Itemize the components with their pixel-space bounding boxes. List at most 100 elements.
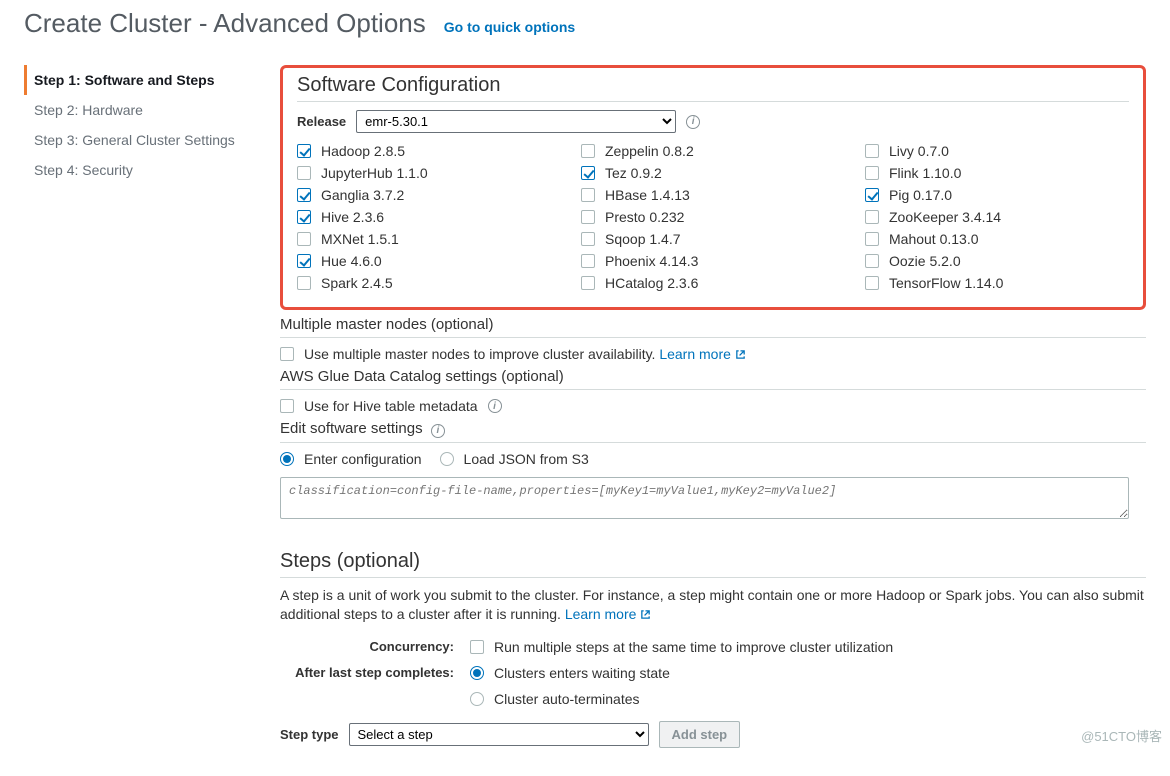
software-checkbox[interactable] xyxy=(865,144,879,158)
software-label: Oozie 5.2.0 xyxy=(889,253,961,269)
enter-configuration-radio[interactable] xyxy=(280,452,294,466)
software-option: Sqoop 1.4.7 xyxy=(581,231,845,247)
multi-master-learn-more-link[interactable]: Learn more xyxy=(659,346,745,362)
software-label: HBase 1.4.13 xyxy=(605,187,690,203)
enter-configuration-label: Enter configuration xyxy=(304,451,422,467)
software-label: MXNet 1.5.1 xyxy=(321,231,399,247)
watermark: @51CTO博客 xyxy=(1081,726,1162,745)
software-checkbox[interactable] xyxy=(581,232,595,246)
software-option: HCatalog 2.3.6 xyxy=(581,275,845,291)
step-type-select[interactable]: Select a step xyxy=(349,723,649,746)
info-icon[interactable]: i xyxy=(488,399,502,413)
sidebar-step-2[interactable]: Step 2: Hardware xyxy=(24,95,280,125)
software-option: Zeppelin 0.8.2 xyxy=(581,143,845,159)
software-configuration-box: Software Configuration Release emr-5.30.… xyxy=(280,65,1146,310)
software-label: JupyterHub 1.1.0 xyxy=(321,165,428,181)
software-config-heading: Software Configuration xyxy=(297,74,1129,97)
multi-master-checkbox[interactable] xyxy=(280,347,294,361)
software-label: Presto 0.232 xyxy=(605,209,684,225)
software-option: Spark 2.4.5 xyxy=(297,275,561,291)
software-option: Hue 4.6.0 xyxy=(297,253,561,269)
software-label: Phoenix 4.14.3 xyxy=(605,253,698,269)
software-checkbox[interactable] xyxy=(581,210,595,224)
software-label: Zeppelin 0.8.2 xyxy=(605,143,694,159)
load-json-label: Load JSON from S3 xyxy=(464,451,589,467)
after-terminate-label: Cluster auto-terminates xyxy=(494,691,640,707)
concurrency-text: Run multiple steps at the same time to i… xyxy=(494,639,893,655)
software-option: Pig 0.17.0 xyxy=(865,187,1129,203)
software-label: Pig 0.17.0 xyxy=(889,187,952,203)
sidebar-step-3[interactable]: Step 3: General Cluster Settings xyxy=(24,125,280,155)
software-checkbox[interactable] xyxy=(865,166,879,180)
software-label: TensorFlow 1.14.0 xyxy=(889,275,1003,291)
software-checkbox[interactable] xyxy=(297,144,311,158)
configuration-textarea[interactable] xyxy=(280,477,1129,519)
software-label: Ganglia 3.7.2 xyxy=(321,187,404,203)
multi-master-heading: Multiple master nodes (optional) xyxy=(280,316,1146,333)
software-option: Mahout 0.13.0 xyxy=(865,231,1129,247)
software-label: Hadoop 2.8.5 xyxy=(321,143,405,159)
software-label: Mahout 0.13.0 xyxy=(889,231,979,247)
page-title: Create Cluster - Advanced Options xyxy=(24,8,426,39)
software-label: Hive 2.3.6 xyxy=(321,209,384,225)
sidebar-step-4[interactable]: Step 4: Security xyxy=(24,155,280,185)
software-option: Hive 2.3.6 xyxy=(297,209,561,225)
software-checkbox[interactable] xyxy=(297,210,311,224)
software-checkbox[interactable] xyxy=(865,210,879,224)
software-label: Livy 0.7.0 xyxy=(889,143,949,159)
software-checkbox[interactable] xyxy=(865,188,879,202)
load-json-radio[interactable] xyxy=(440,452,454,466)
info-icon[interactable]: i xyxy=(686,115,700,129)
software-option: Oozie 5.2.0 xyxy=(865,253,1129,269)
software-option: Flink 1.10.0 xyxy=(865,165,1129,181)
software-option: HBase 1.4.13 xyxy=(581,187,845,203)
software-checkbox[interactable] xyxy=(581,188,595,202)
release-label: Release xyxy=(297,114,346,129)
software-label: Sqoop 1.4.7 xyxy=(605,231,681,247)
software-option: TensorFlow 1.14.0 xyxy=(865,275,1129,291)
software-checkbox[interactable] xyxy=(865,276,879,290)
software-label: Flink 1.10.0 xyxy=(889,165,961,181)
after-waiting-label: Clusters enters waiting state xyxy=(494,665,670,681)
multi-master-label: Use multiple master nodes to improve clu… xyxy=(304,346,746,362)
glue-heading: AWS Glue Data Catalog settings (optional… xyxy=(280,368,1146,385)
software-option: Presto 0.232 xyxy=(581,209,845,225)
edit-settings-heading: Edit software settings i xyxy=(280,420,1146,438)
software-checkbox[interactable] xyxy=(297,166,311,180)
steps-description: A step is a unit of work you submit to t… xyxy=(280,586,1146,625)
software-checkbox[interactable] xyxy=(297,188,311,202)
software-checkbox[interactable] xyxy=(865,232,879,246)
sidebar-step-1[interactable]: Step 1: Software and Steps xyxy=(24,65,280,95)
release-select[interactable]: emr-5.30.1 xyxy=(356,110,676,133)
concurrency-checkbox[interactable] xyxy=(470,640,484,654)
software-checkbox[interactable] xyxy=(581,276,595,290)
add-step-button[interactable]: Add step xyxy=(659,721,741,748)
software-label: Hue 4.6.0 xyxy=(321,253,382,269)
software-option: JupyterHub 1.1.0 xyxy=(297,165,561,181)
software-option: Tez 0.9.2 xyxy=(581,165,845,181)
steps-learn-more-link[interactable]: Learn more xyxy=(565,606,651,622)
after-terminate-radio[interactable] xyxy=(470,692,484,706)
software-option: Phoenix 4.14.3 xyxy=(581,253,845,269)
software-checkbox[interactable] xyxy=(581,144,595,158)
after-last-label: After last step completes: xyxy=(280,665,470,680)
software-checkbox[interactable] xyxy=(297,232,311,246)
step-type-label: Step type xyxy=(280,727,339,742)
steps-heading: Steps (optional) xyxy=(280,550,1146,573)
software-option: MXNet 1.5.1 xyxy=(297,231,561,247)
software-option: ZooKeeper 3.4.14 xyxy=(865,209,1129,225)
software-applications-grid: Hadoop 2.8.5 Zeppelin 0.8.2 Livy 0.7.0 Jupy… xyxy=(297,143,1129,291)
after-waiting-radio[interactable] xyxy=(470,666,484,680)
software-checkbox[interactable] xyxy=(865,254,879,268)
software-label: ZooKeeper 3.4.14 xyxy=(889,209,1001,225)
go-to-quick-options-link[interactable]: Go to quick options xyxy=(444,19,575,35)
software-checkbox[interactable] xyxy=(297,254,311,268)
info-icon[interactable]: i xyxy=(431,424,445,438)
software-checkbox[interactable] xyxy=(581,254,595,268)
glue-hive-checkbox[interactable] xyxy=(280,399,294,413)
software-label: Tez 0.9.2 xyxy=(605,165,662,181)
software-checkbox[interactable] xyxy=(297,276,311,290)
software-checkbox[interactable] xyxy=(581,166,595,180)
software-option: Livy 0.7.0 xyxy=(865,143,1129,159)
software-label: HCatalog 2.3.6 xyxy=(605,275,698,291)
